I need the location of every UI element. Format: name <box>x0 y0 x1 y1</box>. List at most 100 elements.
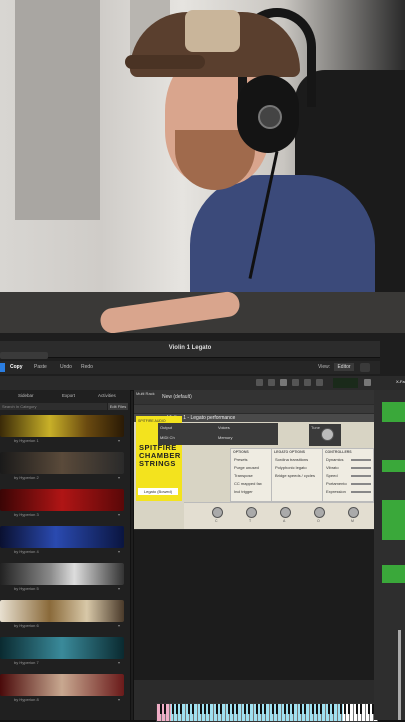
copy-button[interactable]: Copy <box>10 364 23 370</box>
chevron-down-icon[interactable]: ▾ <box>118 512 120 517</box>
mixer-icon[interactable] <box>316 379 323 386</box>
mic-label: A <box>283 519 286 523</box>
controller-slider[interactable] <box>351 467 371 469</box>
midi-region[interactable] <box>382 402 405 422</box>
mic-knob[interactable] <box>212 507 223 518</box>
legato-option[interactable]: Bridge speeds / cycles <box>275 473 315 478</box>
browser-search-input[interactable]: Search In Category <box>0 403 107 410</box>
mic-mixer: C T A O M <box>184 502 374 529</box>
tab-export[interactable]: Export <box>62 393 75 398</box>
list-item[interactable]: by Hyperion 7 ▾ <box>0 637 124 667</box>
output-label: Output <box>160 425 173 430</box>
plugin-empty-area <box>134 530 374 680</box>
multi-rack-label: Multi Rack <box>136 391 155 396</box>
midi-region[interactable] <box>382 460 405 472</box>
chevron-down-icon[interactable]: ▾ <box>118 697 120 702</box>
legato-header: LEGATO OPTIONS <box>274 450 305 454</box>
list-item[interactable]: by Hyperion 8 ▾ <box>0 674 124 704</box>
thumbnail-image <box>0 526 124 548</box>
list-item[interactable]: by Hyperion 3 ▾ <box>0 489 124 519</box>
lcd-display <box>333 378 358 388</box>
tab-sidebar[interactable]: Sidebar <box>18 393 34 398</box>
item-caption: by Hyperion 5 <box>14 586 39 591</box>
list-icon[interactable] <box>304 379 311 386</box>
undo-button[interactable]: Undo <box>60 364 72 370</box>
mic-label: O <box>317 519 320 523</box>
link-icon[interactable] <box>360 363 370 372</box>
option-item[interactable]: CC mapped fax <box>234 481 262 486</box>
options-header: OPTIONS <box>233 450 249 454</box>
mic-label: C <box>215 519 218 523</box>
edit-toolbar: Copy Paste Undo Redo View: Editor <box>0 361 380 374</box>
panel-toggle-icon[interactable] <box>364 379 371 386</box>
instrument-panel: a - Violins 1 - Legato performance SPITF… <box>134 414 374 529</box>
list-item[interactable]: by Hyperion 1 ▾ <box>0 415 124 445</box>
midi-region[interactable] <box>382 500 405 540</box>
compare-icon[interactable] <box>268 379 275 386</box>
item-caption: by Hyperion 1 <box>14 438 39 443</box>
mic-knob[interactable] <box>280 507 291 518</box>
list-item[interactable]: by Hyperion 2 ▾ <box>0 452 124 482</box>
chevron-down-icon[interactable]: ▾ <box>118 586 120 591</box>
option-item[interactable]: Transpose <box>234 473 253 478</box>
layout-icon[interactable] <box>280 379 287 386</box>
tab-activities[interactable]: Activities <box>98 393 116 398</box>
save-icon[interactable] <box>256 379 263 386</box>
controller-label: Portamento <box>326 481 347 486</box>
controller-slider[interactable] <box>351 491 371 493</box>
articulation-dropdown[interactable]: Legato (Bowed) <box>138 488 178 495</box>
chevron-down-icon[interactable]: ▾ <box>118 475 120 480</box>
controller-slider[interactable] <box>351 475 371 477</box>
mic-knob[interactable] <box>348 507 359 518</box>
kontakt-bar <box>134 405 374 413</box>
tune-control[interactable]: Tune <box>309 424 341 446</box>
cap-bill <box>125 55 205 69</box>
tune-knob[interactable] <box>321 428 334 441</box>
controller-slider[interactable] <box>351 483 371 485</box>
list-item[interactable]: by Hyperion 6 ▾ <box>0 600 124 630</box>
chevron-down-icon[interactable]: ▾ <box>118 438 120 443</box>
mic-label: T <box>249 519 252 523</box>
paste-button[interactable]: Paste <box>34 364 47 370</box>
title-bar: Violin 1 Legato <box>0 341 380 359</box>
redo-button[interactable]: Redo <box>81 364 93 370</box>
plugin-window: Multi Rack New (default) a - Violins 1 -… <box>133 390 378 722</box>
track-fader[interactable] <box>398 630 401 720</box>
midi-region[interactable] <box>382 565 405 583</box>
preset-dropdown[interactable]: New (default) <box>162 394 192 400</box>
region-selector[interactable] <box>0 352 48 359</box>
mic-knob[interactable] <box>314 507 325 518</box>
options-panel: OPTIONS Presets Purge unused Transpose C… <box>230 448 272 502</box>
loops-browser: Sidebar Export Activities Search In Cate… <box>0 390 131 720</box>
chevron-down-icon[interactable]: ▾ <box>118 623 120 628</box>
mic-knob[interactable] <box>246 507 257 518</box>
view-dropdown[interactable]: Editor <box>334 363 354 371</box>
list-item[interactable]: by Hyperion 5 ▾ <box>0 563 124 593</box>
option-item[interactable]: Presets <box>234 457 248 462</box>
chevron-down-icon[interactable]: ▾ <box>118 549 120 554</box>
option-item[interactable]: Incl trigger <box>234 489 253 494</box>
memory-label: Memory <box>218 435 233 440</box>
controllers-panel: CONTROLLERS Dynamics Vibrato Speed Porta… <box>322 448 374 502</box>
mic-label: M <box>351 519 354 523</box>
thumbnail-image <box>0 600 124 622</box>
edit-files-button[interactable]: Edit Files <box>108 403 128 410</box>
thumbnail-image <box>0 674 124 696</box>
controller-label: Vibrato <box>326 465 339 470</box>
tune-label: Tune <box>311 425 320 430</box>
legato-option[interactable]: Sordina transitions <box>275 457 308 462</box>
browser-tabs: Sidebar Export Activities <box>0 393 130 401</box>
grid-icon[interactable] <box>292 379 299 386</box>
controller-slider[interactable] <box>351 459 371 461</box>
thumbnail-image <box>0 563 124 585</box>
active-indicator <box>0 363 5 372</box>
list-item[interactable]: by Hyperion 4 ▾ <box>0 526 124 556</box>
view-label: View: <box>318 364 331 370</box>
item-caption: by Hyperion 3 <box>14 512 39 517</box>
window-title: Violin 1 Legato <box>168 345 212 351</box>
item-caption: by Hyperion 6 <box>14 623 39 628</box>
piano-keyboard[interactable] <box>156 703 378 722</box>
legato-option[interactable]: Polyphonic legato <box>275 465 307 470</box>
chevron-down-icon[interactable]: ▾ <box>118 660 120 665</box>
option-item[interactable]: Purge unused <box>234 465 259 470</box>
